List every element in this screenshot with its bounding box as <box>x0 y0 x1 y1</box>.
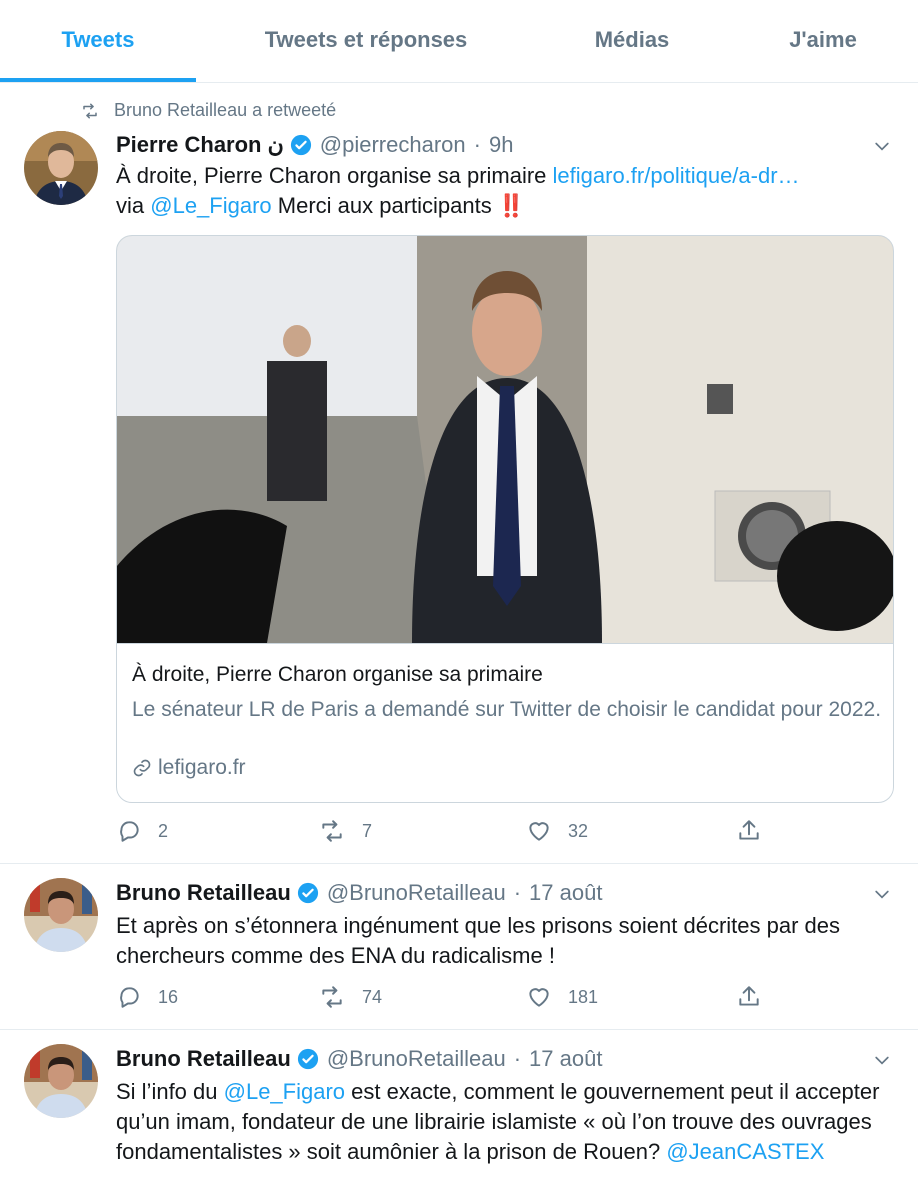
tweet-text: À droite, Pierre Charon organise sa prim… <box>116 161 886 221</box>
retweet-count: 7 <box>362 820 373 841</box>
chevron-down-icon[interactable] <box>872 884 892 909</box>
retweet-button[interactable]: 74 <box>318 984 382 1010</box>
separator-dot: · <box>513 880 522 905</box>
like-button[interactable]: 32 <box>526 818 588 844</box>
author-name[interactable]: Pierre Charon ن <box>116 132 284 158</box>
link-icon <box>133 759 151 777</box>
tweet-text-part: Si l’info du <box>116 1079 224 1104</box>
tweet-text-part: À droite, Pierre Charon organise sa prim… <box>116 163 553 188</box>
tweet-2[interactable]: Bruno Retailleau @BrunoRetailleau · 17 a… <box>0 864 918 1029</box>
share-icon <box>739 820 759 840</box>
tweet-header: Bruno Retailleau @BrunoRetailleau · 17 a… <box>116 880 602 906</box>
retweet-icon <box>322 986 342 1008</box>
tweet-text-part: Merci aux participants <box>271 193 498 218</box>
separator-dot: · <box>513 1046 522 1071</box>
verified-badge-icon <box>290 134 312 156</box>
retweet-icon <box>322 820 342 842</box>
retweet-context: Bruno Retailleau a retweeté <box>80 100 336 121</box>
reply-button[interactable]: 16 <box>116 984 178 1010</box>
tweet-actions: 16 74 181 <box>116 984 892 1014</box>
retweet-icon <box>83 103 97 118</box>
avatar[interactable] <box>24 1044 98 1118</box>
avatar[interactable] <box>24 131 98 205</box>
mention-link[interactable]: @Le_Figaro <box>150 193 271 218</box>
tweet-header: Bruno Retailleau @BrunoRetailleau · 17 a… <box>116 1046 602 1072</box>
author-handle[interactable]: @BrunoRetailleau <box>327 880 506 906</box>
reply-icon <box>120 821 139 842</box>
separator-dot: · <box>473 132 481 157</box>
tweet-link[interactable]: lefigaro.fr/politique/a-dr… <box>553 163 800 188</box>
verified-badge-icon <box>297 1048 319 1070</box>
mention-link[interactable]: @Le_Figaro <box>224 1079 345 1104</box>
author-handle[interactable]: @pierrecharon <box>320 132 466 158</box>
reply-count: 2 <box>158 820 169 841</box>
author-name[interactable]: Bruno Retailleau <box>116 880 291 906</box>
tweet-1[interactable]: Bruno Retailleau a retweeté Pierre Charo… <box>0 0 918 864</box>
tweet-text-via: via <box>116 193 151 218</box>
share-button[interactable] <box>736 818 762 844</box>
card-image <box>117 236 893 644</box>
retweet-button[interactable]: 7 <box>318 818 372 844</box>
like-count: 32 <box>568 820 589 841</box>
share-icon <box>739 986 759 1006</box>
double-exclamation-emoji: ‼️ <box>497 193 526 218</box>
tweet-3[interactable]: Bruno Retailleau @BrunoRetailleau · 17 a… <box>0 1030 918 1200</box>
author-name[interactable]: Bruno Retailleau <box>116 1046 291 1072</box>
retweeted-by-label: Bruno Retailleau a retweeté <box>114 100 337 120</box>
tweet-header: Pierre Charon ن @pierrecharon · 9h <box>116 132 513 158</box>
author-handle[interactable]: @BrunoRetailleau <box>327 1046 506 1072</box>
reply-count: 16 <box>158 986 179 1007</box>
tweet-time[interactable]: 17 août <box>529 1046 602 1072</box>
card-domain-text: lefigaro.fr <box>158 756 246 779</box>
link-preview-card[interactable]: À droite, Pierre Charon organise sa prim… <box>116 235 894 803</box>
mention-link[interactable]: @JeanCASTEX <box>666 1139 824 1164</box>
like-count: 181 <box>568 986 599 1007</box>
tweet-text: Si l’info du @Le_Figaro est exacte, comm… <box>116 1077 886 1167</box>
share-button[interactable] <box>736 984 762 1010</box>
reply-icon <box>120 987 139 1008</box>
heart-icon <box>529 822 549 841</box>
chevron-down-icon[interactable] <box>872 136 892 161</box>
reply-button[interactable]: 2 <box>116 818 168 844</box>
avatar[interactable] <box>24 878 98 952</box>
card-domain: lefigaro.fr <box>132 756 246 780</box>
tweet-text: Et après on s’étonnera ingénument que le… <box>116 913 840 968</box>
tweet-time[interactable]: 9h <box>489 132 513 158</box>
retweet-count: 74 <box>362 986 383 1007</box>
card-description: Le sénateur LR de Paris a demandé sur Tw… <box>132 698 882 721</box>
card-title: À droite, Pierre Charon organise sa prim… <box>132 663 543 686</box>
like-button[interactable]: 181 <box>526 984 598 1010</box>
tweet-time[interactable]: 17 août <box>529 880 602 906</box>
tweet-actions: 2 7 32 <box>116 818 892 848</box>
chevron-down-icon[interactable] <box>872 1050 892 1075</box>
heart-icon <box>529 988 549 1007</box>
verified-badge-icon <box>297 882 319 904</box>
